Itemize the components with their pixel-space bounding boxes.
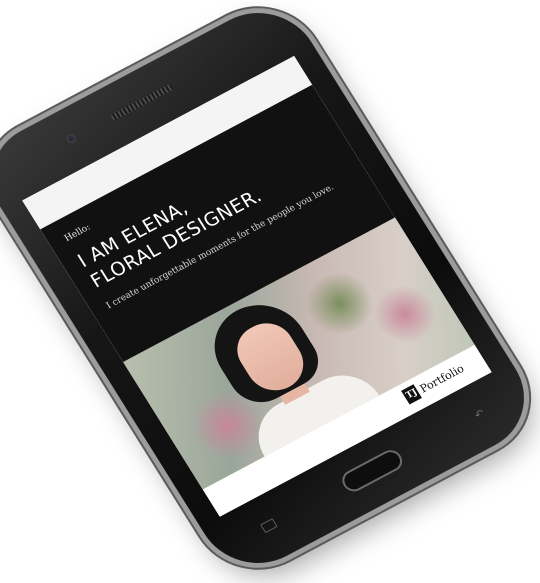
earpiece-speaker [110, 83, 174, 122]
front-camera-icon [64, 132, 78, 145]
home-button[interactable] [338, 446, 407, 496]
back-arrow-icon[interactable]: ↶ [472, 407, 488, 422]
phone-mockup: Hello: I AM ELENA, FLORAL DESIGNER. I cr… [0, 0, 540, 583]
phone-screen: Hello: I AM ELENA, FLORAL DESIGNER. I cr… [22, 55, 492, 517]
proximity-sensor [204, 60, 214, 69]
menu-icon[interactable] [260, 518, 278, 534]
